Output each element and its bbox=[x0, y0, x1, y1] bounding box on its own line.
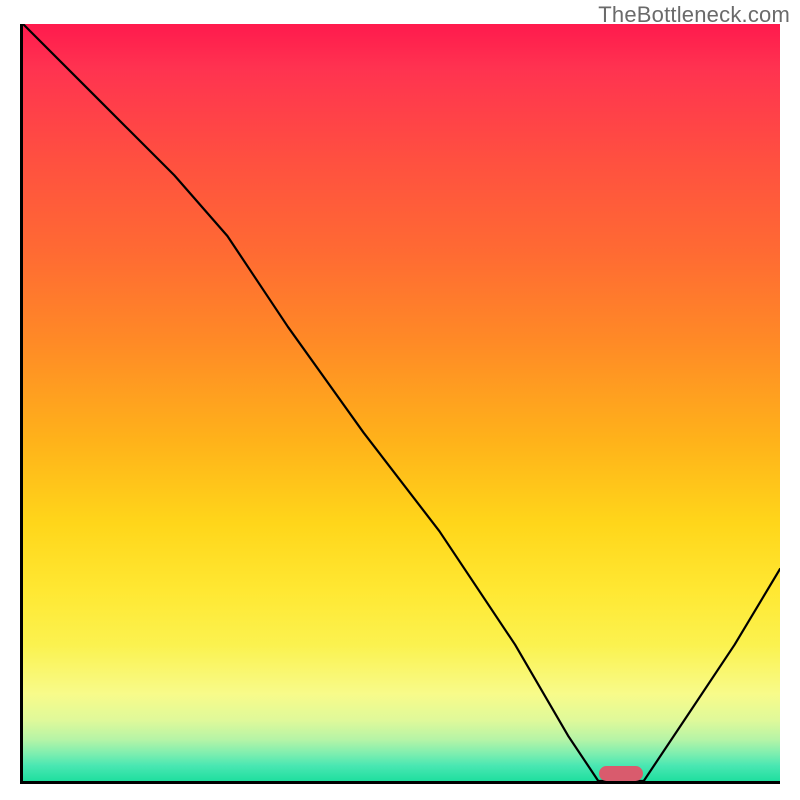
optimal-point-marker bbox=[599, 766, 643, 781]
bottleneck-curve bbox=[23, 24, 780, 781]
chart-container: TheBottleneck.com bbox=[0, 0, 800, 800]
plot-area bbox=[20, 24, 780, 784]
watermark-text: TheBottleneck.com bbox=[598, 2, 790, 28]
